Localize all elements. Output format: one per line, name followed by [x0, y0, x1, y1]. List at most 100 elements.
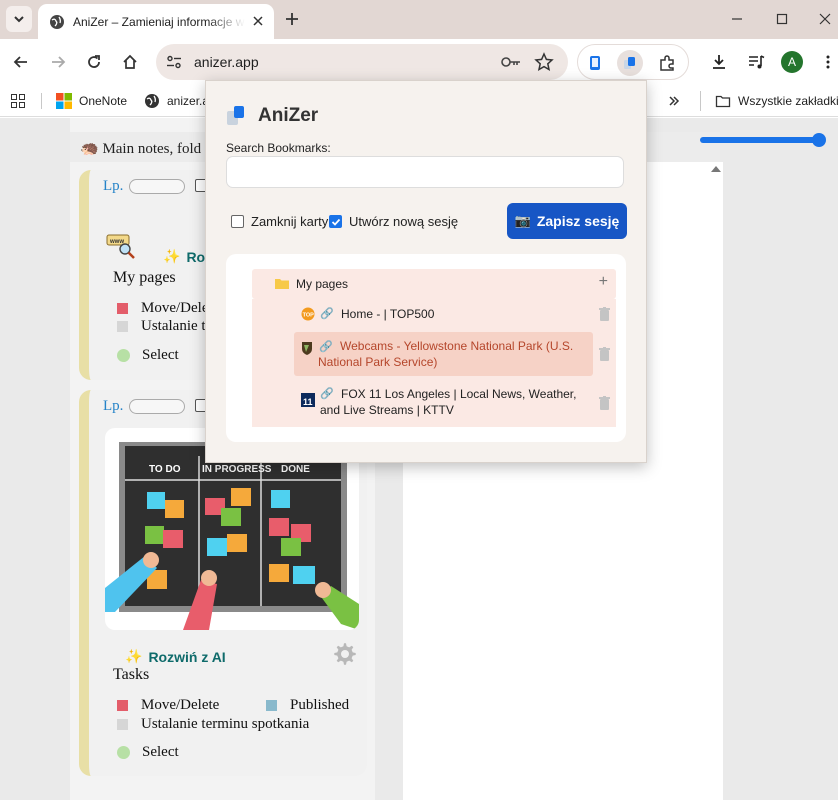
svg-text:TOP: TOP: [303, 312, 315, 318]
anizer-logo-icon: [624, 57, 635, 69]
legend-meeting[interactable]: Ustalanie terminu spotkania: [117, 716, 309, 733]
tree-branch: TOP 🔗 Home - | TOP500 🔗 Webcams - Yellow…: [252, 299, 616, 427]
extensions-menu-button[interactable]: [654, 50, 680, 76]
browser-toolbar: anizer.app A: [0, 39, 838, 85]
lp-input[interactable]: [129, 179, 185, 194]
svg-text:11: 11: [303, 397, 313, 407]
ai-expand-link[interactable]: ✨ Rozwiń z AI: [125, 648, 226, 665]
tree-item-title: Webcams - Yellowstone National Park (U.S…: [340, 339, 574, 353]
more-bookmarks-button[interactable]: [668, 91, 680, 111]
home-icon: [123, 54, 137, 69]
profile-avatar[interactable]: A: [781, 51, 803, 73]
anizer-extension-button[interactable]: [617, 50, 643, 76]
trash-icon[interactable]: [599, 347, 610, 361]
search-label: Search Bookmarks:: [226, 141, 331, 155]
bookmarks-separator: [700, 91, 701, 111]
legend-move-delete[interactable]: Move/Delete: [117, 697, 219, 714]
slider-thumb[interactable]: [812, 133, 826, 147]
new-tab-button[interactable]: [282, 9, 302, 29]
bookmark-label: OneNote: [79, 94, 128, 108]
apps-grid-icon: [11, 94, 25, 108]
checkbox-unchecked[interactable]: [231, 215, 244, 228]
extension-button-1[interactable]: [582, 50, 608, 76]
queue-music-icon: [749, 55, 765, 69]
all-bookmarks-folder[interactable]: Wszystkie zakładki: [715, 91, 838, 111]
apps-button[interactable]: [11, 91, 25, 111]
save-session-button[interactable]: 📷 Zapisz sesję: [507, 203, 627, 239]
svg-text:www: www: [109, 239, 124, 245]
address-bar[interactable]: anizer.app: [156, 44, 568, 80]
back-arrow-icon: [13, 56, 27, 68]
minimize-button[interactable]: [725, 8, 749, 30]
column-in-progress: IN PROGRESS: [202, 464, 272, 475]
bookmark-onenote[interactable]: OneNote: [56, 91, 127, 111]
checkbox-checked[interactable]: [329, 215, 342, 228]
nps-arrowhead-icon: [302, 342, 312, 355]
tree-item-title-line2: National Park Service): [318, 355, 438, 369]
close-tabs-checkbox[interactable]: Zamknij karty: [231, 214, 328, 229]
double-chevron-icon: [669, 96, 680, 106]
close-icon: [819, 13, 831, 25]
legend-move-delete[interactable]: Move/Delete: [117, 300, 219, 317]
tree-item[interactable]: TOP 🔗 Home - | TOP500: [294, 299, 616, 329]
download-icon: [713, 55, 725, 69]
tree-item-title-line2: and Live Streams | KTTV: [320, 403, 454, 417]
legend-label: Ustalanie te: [141, 318, 213, 334]
lp-input[interactable]: [129, 399, 185, 414]
notes-header-text: 🦔 Main notes, fold: [80, 141, 202, 157]
bookmarks-separator: [41, 93, 42, 109]
globe-icon: [145, 94, 159, 108]
legend-swatch: [117, 719, 128, 730]
legend-label: Ustalanie terminu spotkania: [141, 716, 310, 732]
legend-meeting[interactable]: Ustalanie te: [117, 318, 212, 335]
bookmark-anizer[interactable]: anizer.a: [144, 91, 209, 111]
new-session-checkbox[interactable]: Utwórz nową sesję: [329, 214, 458, 229]
site-settings-icon[interactable]: [164, 52, 184, 72]
tree-folder-my-pages[interactable]: My pages +: [252, 269, 616, 299]
bookmark-label: anizer.a: [167, 94, 210, 108]
url-text[interactable]: anizer.app: [194, 54, 259, 70]
back-button[interactable]: [9, 50, 33, 74]
maximize-icon: [776, 13, 788, 25]
lp-label: Lp.: [103, 178, 124, 194]
maximize-button[interactable]: [770, 8, 794, 30]
camera-icon: 📷: [514, 213, 531, 228]
forward-button[interactable]: [46, 50, 70, 74]
ai-expand-label: Rozwiń z AI: [148, 648, 226, 665]
scroll-up-arrow[interactable]: [711, 166, 721, 172]
column-todo: TO DO: [149, 464, 181, 475]
new-session-label: Utwórz nową sesję: [349, 214, 459, 229]
gear-icon[interactable]: [333, 642, 357, 666]
zoom-slider[interactable]: [700, 133, 826, 147]
legend-swatch: [117, 303, 128, 314]
select-dot: [117, 746, 130, 759]
trash-icon[interactable]: [599, 396, 610, 410]
legend-label: Published: [290, 697, 350, 713]
legend-published[interactable]: Published: [266, 697, 349, 714]
folder-icon: [275, 279, 289, 289]
reload-button[interactable]: [82, 50, 106, 74]
downloads-button[interactable]: [707, 50, 731, 74]
key-icon[interactable]: [500, 53, 522, 71]
add-bookmark-icon[interactable]: +: [599, 273, 608, 291]
trash-icon[interactable]: [599, 307, 610, 321]
home-button[interactable]: [118, 50, 142, 74]
tree-item[interactable]: 11 🔗 FOX 11 Los Angeles | Local News, We…: [294, 379, 616, 425]
fox11-icon: 11: [301, 393, 315, 407]
card-title: Tasks: [113, 666, 150, 683]
folder-icon: [715, 95, 731, 108]
active-tab[interactable]: AniZer – Zamieniaj informacje w: [38, 4, 274, 39]
bookmark-tree: My pages + TOP 🔗 Home - | TOP500 🔗 Webca…: [226, 254, 626, 442]
bookmark-search-input[interactable]: [226, 156, 624, 188]
card-title: My pages: [113, 269, 176, 286]
chrome-menu-button[interactable]: [816, 50, 838, 74]
select-option[interactable]: Select: [117, 744, 179, 761]
bookmark-star-icon[interactable]: [534, 52, 554, 72]
tab-search-button[interactable]: [6, 6, 32, 32]
select-option[interactable]: Select: [117, 347, 179, 364]
close-tab-icon[interactable]: [250, 13, 266, 29]
anizer-popup: AniZer Search Bookmarks: Zamknij karty U…: [205, 80, 647, 463]
media-controls-button[interactable]: [744, 50, 768, 74]
close-window-button[interactable]: [813, 8, 837, 30]
tree-item-selected[interactable]: 🔗 Webcams - Yellowstone National Park (U…: [294, 332, 593, 376]
